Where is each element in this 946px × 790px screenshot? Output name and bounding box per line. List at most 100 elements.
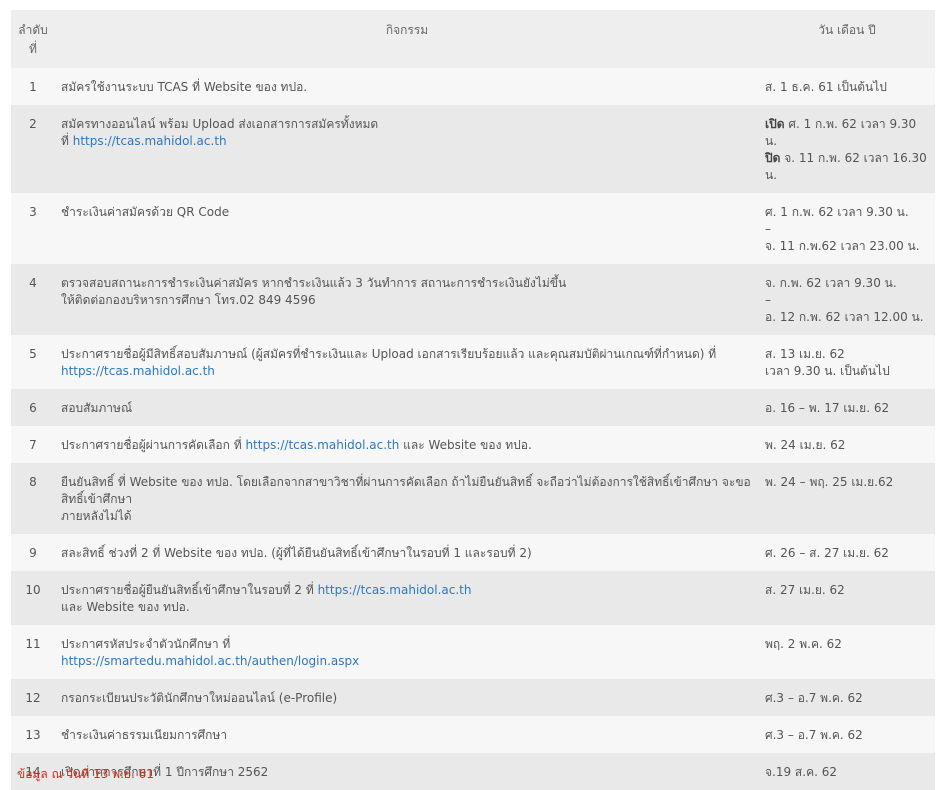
row-activity: ประกาศรายชื่อผู้ยืนยันสิทธิ์เข้าศึกษาในร… <box>55 571 759 625</box>
row-number: 4 <box>11 264 55 335</box>
date-line: พ. 24 – พฤ. 25 เม.ย.62 <box>765 475 894 489</box>
date-line: ศ.3 – อ.7 พ.ค. 62 <box>765 728 863 742</box>
table-row: 8 ยืนยันสิทธิ์ ที่ Website ของ ทปอ. โดยเล… <box>11 463 935 534</box>
activity-text: และ Website ของ ทปอ. <box>399 438 532 452</box>
date-line: ศ. 26 – ส. 27 เม.ย. 62 <box>765 546 889 560</box>
activity-line: ประกาศรายชื่อผู้ยืนยันสิทธิ์เข้าศึกษาในร… <box>61 582 753 599</box>
row-number: 13 <box>11 716 55 753</box>
activity-link[interactable]: https://tcas.mahidol.ac.th <box>245 438 399 452</box>
date-line: เวลา 9.30 น. เป็นต้นไป <box>765 364 890 378</box>
date-line: ศ.3 – อ.7 พ.ค. 62 <box>765 691 863 705</box>
activity-text: ประกาศรายชื่อผู้ผ่านการคัดเลือก ที่ <box>61 438 246 452</box>
date-line: พ. 24 เม.ย. 62 <box>765 438 846 452</box>
activity-line: ประกาศรายชื่อผู้ผ่านการคัดเลือก ที่ http… <box>61 437 753 454</box>
activity-line: ที่ https://tcas.mahidol.ac.th <box>61 133 753 150</box>
activity-line: สละสิทธิ์ ช่วงที่ 2 ที่ Website ของ ทปอ.… <box>61 546 532 560</box>
activity-link[interactable]: https://tcas.mahidol.ac.th <box>61 364 215 378</box>
date-line: – <box>765 222 771 236</box>
row-number: 2 <box>11 105 55 193</box>
row-activity: ชำระเงินค่าธรรมเนียมการศึกษา <box>55 716 759 753</box>
data-as-of-note: ข้อมูล ณ วันที่ 13 พ.ย. 61 <box>17 767 154 781</box>
date-line: ส. 13 เม.ย. 62 <box>765 347 845 361</box>
activity-link[interactable]: https://smartedu.mahidol.ac.th/authen/lo… <box>61 654 359 668</box>
schedule-table: ลำดับ ที่ กิจกรรม วัน เดือน ปี 1 สมัครใช้… <box>11 10 935 790</box>
table-row: 13 ชำระเงินค่าธรรมเนียมการศึกษา ศ.3 – อ.7 … <box>11 716 935 753</box>
table-row: 4 ตรวจสอบสถานะการชำระเงินค่าสมัคร หากชำระ… <box>11 264 935 335</box>
date-line: อ. 16 – พ. 17 เม.ย. 62 <box>765 401 890 415</box>
activity-line: สมัครใช้งานระบบ TCAS ที่ Website ของ ทปอ… <box>61 80 308 94</box>
row-number: 12 <box>11 679 55 716</box>
row-number: 9 <box>11 534 55 571</box>
table-row: 3 ชำระเงินค่าสมัครด้วย QR Code ศ. 1 ก.พ. 6… <box>11 193 935 264</box>
activity-line: ให้ติดต่อกองบริหารการศึกษา โทร.02 849 45… <box>61 293 316 307</box>
row-date: อ. 16 – พ. 17 เม.ย. 62 <box>759 389 935 426</box>
activity-line: ประกาศรายชื่อผู้มีสิทธิ์สอบสัมภาษณ์ (ผู้… <box>61 347 717 361</box>
row-activity: ประกาศรหัสประจำตัวนักศึกษา ที่ https://sm… <box>55 625 759 679</box>
row-date: ส. 13 เม.ย. 62 เวลา 9.30 น. เป็นต้นไป <box>759 335 935 389</box>
row-number: 3 <box>11 193 55 264</box>
table-row: 12 กรอกระเบียนประวัตินักศึกษาใหม่ออนไลน์ … <box>11 679 935 716</box>
close-date: จ. 11 ก.พ. 62 เวลา 16.30 น. <box>765 151 927 182</box>
row-date: ศ. 1 ก.พ. 62 เวลา 9.30 น. – จ. 11 ก.พ.62 เ… <box>759 193 935 264</box>
table-row: 1 สมัครใช้งานระบบ TCAS ที่ Website ของ ทป… <box>11 68 935 105</box>
row-date: พฤ. 2 พ.ค. 62 <box>759 625 935 679</box>
row-date: จ. ก.พ. 62 เวลา 9.30 น. – อ. 12 ก.พ. 62 เว… <box>759 264 935 335</box>
row-activity: ประกาศรายชื่อผู้ผ่านการคัดเลือก ที่ http… <box>55 426 759 463</box>
date-line: ส. 1 ธ.ค. 61 เป็นต้นไป <box>765 80 887 94</box>
date-line: – <box>765 293 771 307</box>
row-activity: กรอกระเบียนประวัตินักศึกษาใหม่ออนไลน์ (e… <box>55 679 759 716</box>
table-row: 10 ประกาศรายชื่อผู้ยืนยันสิทธิ์เข้าศึกษาใ… <box>11 571 935 625</box>
row-number: 6 <box>11 389 55 426</box>
row-number: 7 <box>11 426 55 463</box>
open-date: ศ. 1 ก.พ. 62 เวลา 9.30 น. <box>765 117 917 148</box>
row-number: 8 <box>11 463 55 534</box>
row-date: ศ. 26 – ส. 27 เม.ย. 62 <box>759 534 935 571</box>
schedule-table-container: ลำดับ ที่ กิจกรรม วัน เดือน ปี 1 สมัครใช้… <box>11 10 935 790</box>
row-activity: สอบสัมภาษณ์ <box>55 389 759 426</box>
header-activity: กิจกรรม <box>55 10 759 68</box>
table-row: 11 ประกาศรหัสประจำตัวนักศึกษา ที่ https://… <box>11 625 935 679</box>
activity-line: https://tcas.mahidol.ac.th <box>61 363 753 380</box>
date-open: เปิด ศ. 1 ก.พ. 62 เวลา 9.30 น. <box>765 116 929 150</box>
date-line: ศ. 1 ก.พ. 62 เวลา 9.30 น. <box>765 205 909 219</box>
date-line: ส. 27 เม.ย. 62 <box>765 583 845 597</box>
open-label: เปิด <box>765 117 785 131</box>
close-label: ปิด <box>765 151 781 165</box>
row-date: พ. 24 – พฤ. 25 เม.ย.62 <box>759 463 935 534</box>
table-row: 2 สมัครทางออนไลน์ พร้อม Upload ส่งเอกสารก… <box>11 105 935 193</box>
activity-link[interactable]: https://tcas.mahidol.ac.th <box>73 134 227 148</box>
row-number: 5 <box>11 335 55 389</box>
activity-line: สมัครทางออนไลน์ พร้อม Upload ส่งเอกสารกา… <box>61 117 379 131</box>
row-date: เปิด ศ. 1 ก.พ. 62 เวลา 9.30 น. ปิด จ. 11 … <box>759 105 935 193</box>
activity-line: กรอกระเบียนประวัตินักศึกษาใหม่ออนไลน์ (e… <box>61 691 338 705</box>
row-activity: ตรวจสอบสถานะการชำระเงินค่าสมัคร หากชำระเ… <box>55 264 759 335</box>
activity-text: ประกาศรายชื่อผู้ยืนยันสิทธิ์เข้าศึกษาในร… <box>61 583 318 597</box>
date-line: จ.19 ส.ค. 62 <box>765 765 837 779</box>
date-line: จ. 11 ก.พ.62 เวลา 23.00 น. <box>765 239 920 253</box>
activity-line: เปิดภาคการศึกษาที่ 1 ปีการศึกษา 2562 <box>61 765 269 779</box>
row-activity: สละสิทธิ์ ช่วงที่ 2 ที่ Website ของ ทปอ.… <box>55 534 759 571</box>
activity-line: และ Website ของ ทปอ. <box>61 600 190 614</box>
date-line: จ. ก.พ. 62 เวลา 9.30 น. <box>765 276 897 290</box>
activity-line: https://smartedu.mahidol.ac.th/authen/lo… <box>61 653 753 670</box>
table-row: 5 ประกาศรายชื่อผู้มีสิทธิ์สอบสัมภาษณ์ (ผู… <box>11 335 935 389</box>
row-activity: สมัครใช้งานระบบ TCAS ที่ Website ของ ทปอ… <box>55 68 759 105</box>
date-close: ปิด จ. 11 ก.พ. 62 เวลา 16.30 น. <box>765 150 929 184</box>
table-row: 9 สละสิทธิ์ ช่วงที่ 2 ที่ Website ของ ทปอ… <box>11 534 935 571</box>
activity-line: ประกาศรหัสประจำตัวนักศึกษา ที่ <box>61 637 231 651</box>
row-activity: เปิดภาคการศึกษาที่ 1 ปีการศึกษา 2562 <box>55 753 759 790</box>
row-date: จ.19 ส.ค. 62 <box>759 753 935 790</box>
table-row: 7 ประกาศรายชื่อผู้ผ่านการคัดเลือก ที่ htt… <box>11 426 935 463</box>
row-date: ส. 1 ธ.ค. 61 เป็นต้นไป <box>759 68 935 105</box>
activity-line: สอบสัมภาษณ์ <box>61 401 133 415</box>
row-activity: สมัครทางออนไลน์ พร้อม Upload ส่งเอกสารกา… <box>55 105 759 193</box>
row-date: ส. 27 เม.ย. 62 <box>759 571 935 625</box>
date-line: พฤ. 2 พ.ค. 62 <box>765 637 842 651</box>
activity-link[interactable]: https://tcas.mahidol.ac.th <box>318 583 472 597</box>
row-activity: ยืนยันสิทธิ์ ที่ Website ของ ทปอ. โดยเลื… <box>55 463 759 534</box>
row-date: ศ.3 – อ.7 พ.ค. 62 <box>759 679 935 716</box>
activity-line: ชำระเงินค่าสมัครด้วย QR Code <box>61 205 230 219</box>
activity-text: ที่ <box>61 134 73 148</box>
row-activity: ชำระเงินค่าสมัครด้วย QR Code <box>55 193 759 264</box>
date-line: อ. 12 ก.พ. 62 เวลา 12.00 น. <box>765 310 924 324</box>
